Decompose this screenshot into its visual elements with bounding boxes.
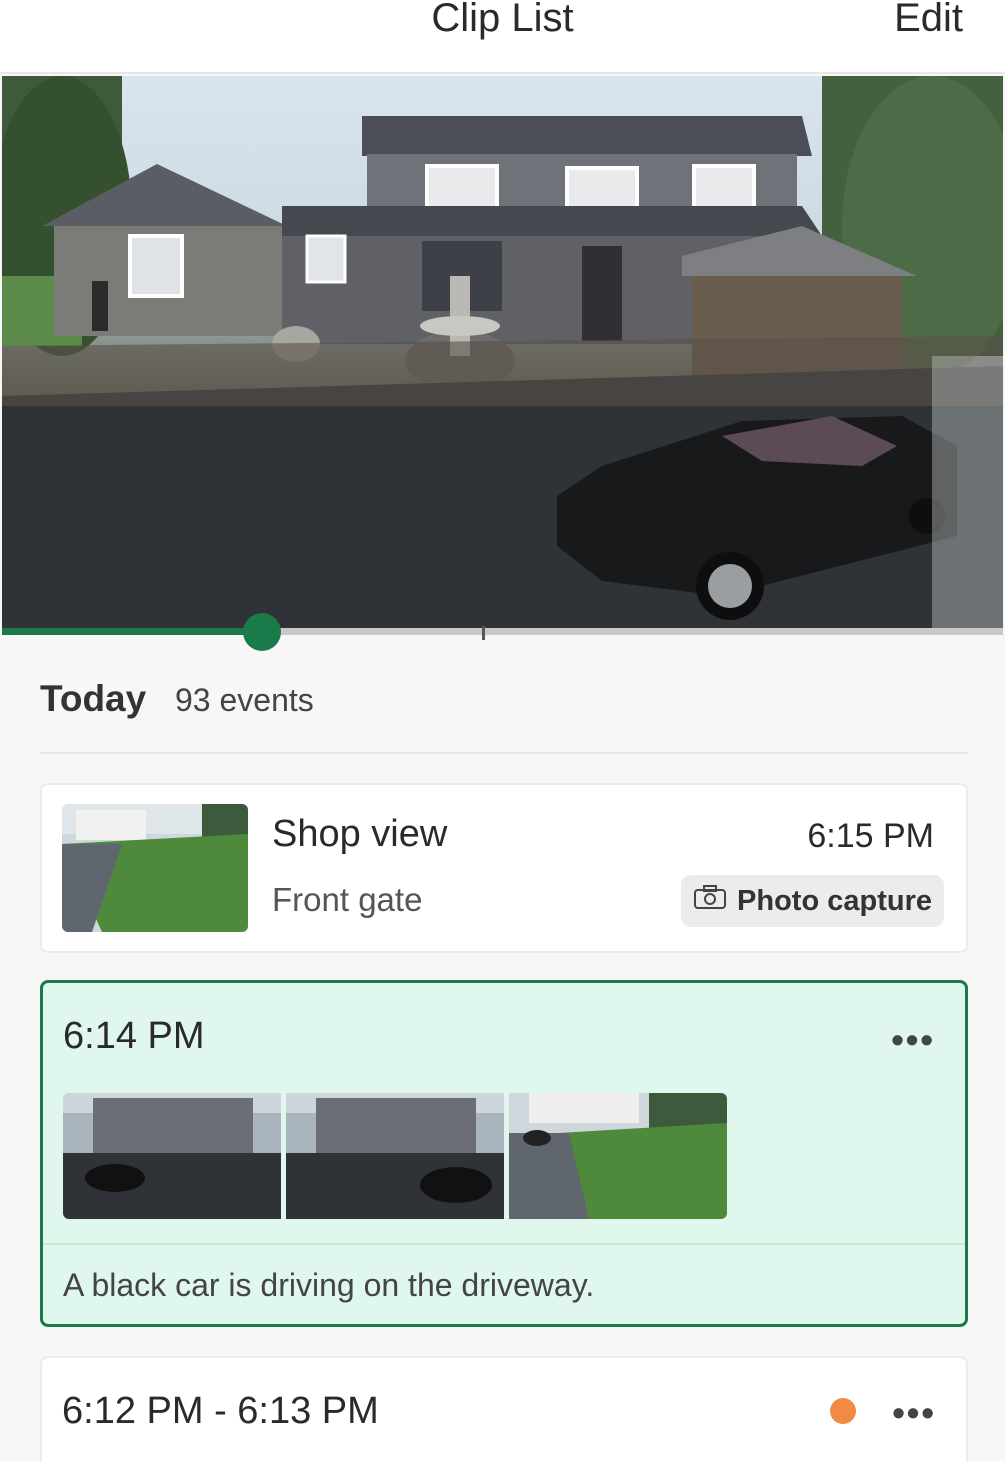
nav-bar: Clip List Edit bbox=[0, 0, 1005, 74]
scrubber-tick bbox=[482, 626, 485, 640]
scrubber-handle[interactable] bbox=[243, 613, 282, 651]
event-card-6-12[interactable]: 6:12 PM - 6:13 PM ••• bbox=[40, 1356, 968, 1461]
event-thumbnail[interactable] bbox=[286, 1093, 504, 1219]
event-time: 6:14 PM bbox=[63, 1015, 205, 1057]
page-title: Clip List bbox=[431, 0, 574, 40]
photo-capture-badge: Photo capture bbox=[681, 875, 944, 927]
camera-icon bbox=[693, 884, 727, 918]
event-time: 6:15 PM bbox=[807, 817, 934, 855]
event-card-selected[interactable]: 6:14 PM ••• A black car is driving on th… bbox=[40, 980, 968, 1327]
video-frame bbox=[2, 76, 1003, 628]
day-header: Today 93 events bbox=[40, 676, 968, 754]
event-thumbnail bbox=[62, 804, 248, 932]
status-dot bbox=[830, 1398, 856, 1424]
video-player[interactable] bbox=[2, 76, 1003, 628]
event-thumbnail[interactable] bbox=[63, 1093, 281, 1219]
playback-scrubber[interactable] bbox=[2, 613, 1003, 651]
more-options-icon[interactable]: ••• bbox=[892, 1392, 936, 1434]
event-description: A black car is driving on the driveway. bbox=[63, 1267, 595, 1303]
badge-label: Photo capture bbox=[737, 884, 932, 917]
card-divider bbox=[43, 1243, 965, 1245]
event-location: Front gate bbox=[272, 881, 423, 918]
event-title: Shop view bbox=[272, 813, 448, 855]
event-thumbnail[interactable] bbox=[509, 1093, 727, 1219]
event-card-shop-view[interactable]: Shop view Front gate 6:15 PM Photo captu… bbox=[40, 783, 968, 953]
event-time: 6:12 PM - 6:13 PM bbox=[62, 1390, 379, 1432]
edit-button[interactable]: Edit bbox=[894, 0, 963, 41]
day-label: Today bbox=[40, 678, 147, 719]
more-options-icon[interactable]: ••• bbox=[891, 1019, 935, 1061]
event-count: 93 events bbox=[175, 682, 314, 718]
scrubber-progress bbox=[2, 628, 263, 635]
